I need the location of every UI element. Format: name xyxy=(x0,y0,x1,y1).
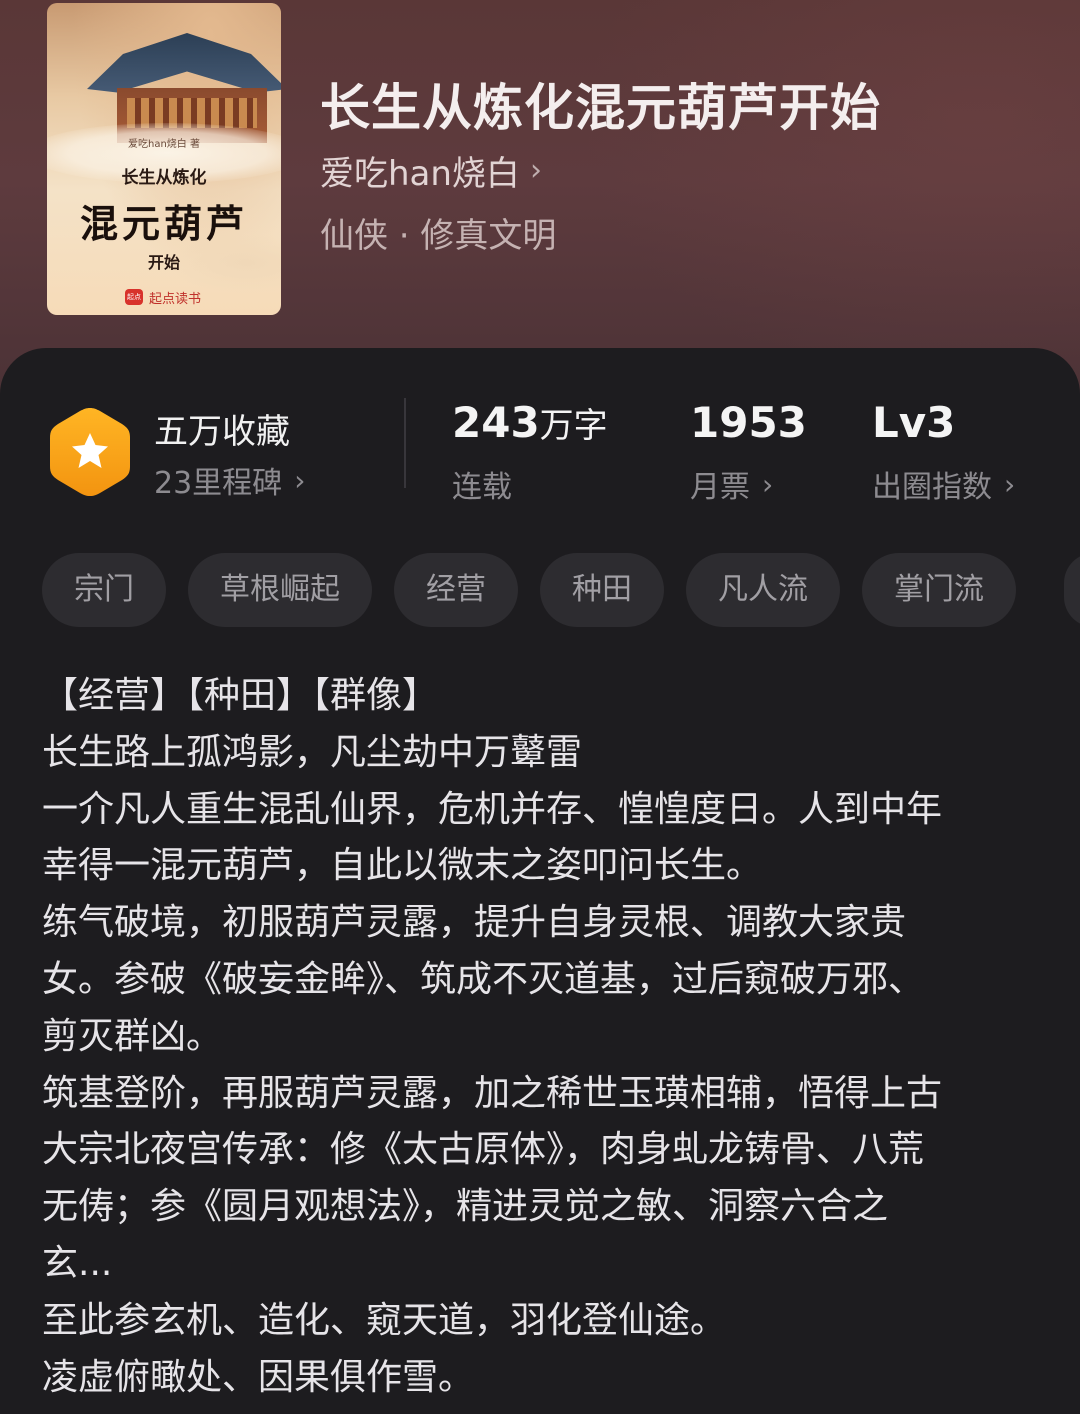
cover-publisher: 起点 起点读书 xyxy=(125,287,201,307)
monthly-ticket-link[interactable]: 月票 › xyxy=(690,462,773,506)
word-count-value: 243 xyxy=(452,398,540,447)
synopsis-line: 练气破境，初服葫芦灵露，提升自身灵根、调教大家贵 xyxy=(42,902,907,944)
serial-status: 连载 xyxy=(452,462,512,506)
tag-chip[interactable]: 宗门 xyxy=(42,553,166,627)
popularity-index-label: 出圈指数 xyxy=(872,470,992,505)
synopsis-line: 女。参破《破妄金眸》、筑成不灭道基，过后窥破万邪、 xyxy=(42,958,925,1000)
cover-author: 爱吃han烧白 著 xyxy=(128,139,200,150)
author-name: 爱吃han烧白 xyxy=(320,154,520,194)
milestone-link[interactable]: 23里程碑 › xyxy=(154,458,305,502)
synopsis-line: 幸得一混元葫芦，自此以微末之姿叩问长生。 xyxy=(42,845,763,887)
chevron-right-icon: › xyxy=(762,467,774,501)
word-count: 243万字 xyxy=(452,398,608,447)
stats-divider xyxy=(404,398,406,488)
book-genre: 仙侠 · 修真文明 xyxy=(320,216,557,256)
synopsis[interactable]: 【经营】【种田】【群像】 长生路上孤鸿影，凡尘劫中万鼙雷 一介凡人重生混乱仙界，… xyxy=(42,668,1042,1406)
collect-count: 五万收藏 xyxy=(154,412,290,452)
monthly-ticket-count: 1953 xyxy=(690,398,807,447)
book-cover[interactable]: 爱吃han烧白 著 长生从炼化 混元葫芦 开始 起点 起点读书 xyxy=(47,3,281,315)
synopsis-line: 剪灭群凶。 xyxy=(42,1015,223,1057)
cover-title-main: 混元葫芦 xyxy=(79,201,248,246)
tag-chip[interactable]: 掌门流 xyxy=(862,553,1016,627)
author-link[interactable]: 爱吃han烧白 › xyxy=(320,146,542,195)
chevron-right-icon: › xyxy=(294,463,306,497)
milestone-label: 23里程碑 xyxy=(154,466,283,501)
chevron-right-icon: › xyxy=(529,153,542,188)
synopsis-line: 大宗北夜宫传承：修《太古原体》，肉身虬龙铸骨、八荒 xyxy=(42,1129,925,1171)
synopsis-line: 凌虚俯瞰处、因果俱作雪。 xyxy=(42,1356,475,1398)
tag-chip[interactable]: 种田 xyxy=(540,553,664,627)
popularity-index-link[interactable]: 出圈指数 › xyxy=(872,462,1015,506)
tag-chip[interactable]: 草根崛起 xyxy=(188,553,372,627)
publisher-logo-icon: 起点 xyxy=(125,289,143,305)
tag-chip[interactable]: 凡人流 xyxy=(686,553,840,627)
tag-chip[interactable]: 经营 xyxy=(394,553,518,627)
synopsis-line: 长生路上孤鸿影，凡尘劫中万鼙雷 xyxy=(42,731,583,773)
synopsis-line: 一介凡人重生混乱仙界，危机并存、惶惶度日。人到中年 xyxy=(42,788,943,830)
book-title: 长生从炼化混元葫芦开始 xyxy=(320,78,881,137)
serial-status-label: 连载 xyxy=(452,470,512,505)
publisher-name: 起点读书 xyxy=(149,291,202,307)
chevron-right-icon: › xyxy=(1004,467,1016,501)
tag-list: 宗门 草根崛起 经营 种田 凡人流 掌门流 xyxy=(42,553,1016,627)
synopsis-line: 无俦；参《圆月观想法》，精进灵觉之敏、洞察六合之 xyxy=(42,1186,889,1228)
popularity-index-value: Lv3 xyxy=(872,398,956,447)
monthly-ticket-label: 月票 xyxy=(690,470,750,505)
synopsis-line: 【经营】【种田】【群像】 xyxy=(42,675,439,716)
synopsis-line: 玄... xyxy=(42,1242,113,1284)
word-count-unit: 万字 xyxy=(539,406,608,446)
star-badge-icon xyxy=(50,408,130,496)
cover-title-bottom: 开始 xyxy=(147,253,180,272)
synopsis-line: 筑基登阶，再服葫芦灵露，加之稀世玉璜相辅，悟得上古 xyxy=(42,1072,943,1114)
synopsis-line: 至此参玄机、造化、窥天道，羽化登仙途。 xyxy=(42,1299,727,1341)
cover-title-top: 长生从炼化 xyxy=(121,168,207,188)
